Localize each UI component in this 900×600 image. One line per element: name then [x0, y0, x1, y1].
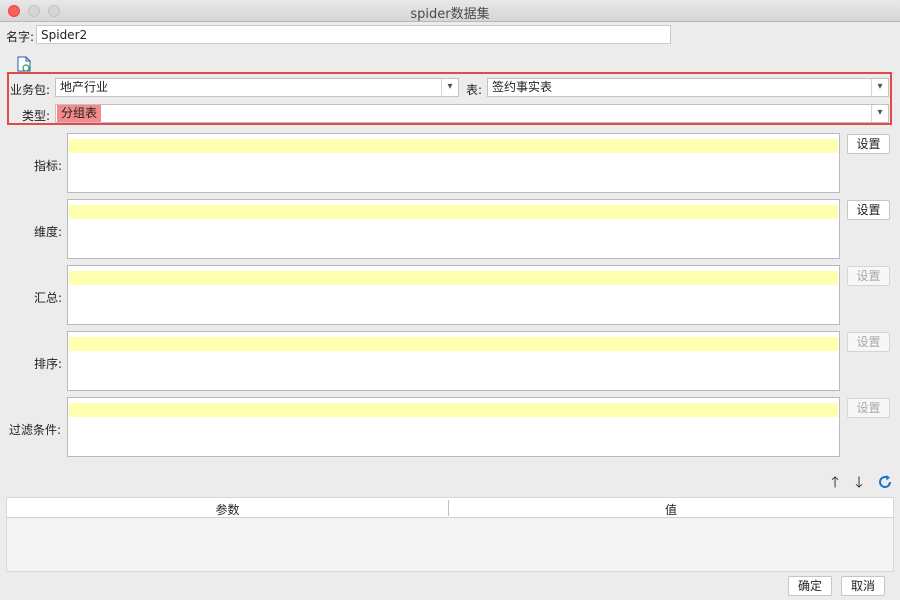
field-highlight-strip: [69, 139, 838, 153]
sort-settings-button[interactable]: 设置: [847, 332, 890, 352]
field-label-dimensions: 维度:: [34, 225, 63, 239]
table-label: 表:: [466, 83, 483, 97]
type-label: 类型:: [22, 109, 51, 123]
parameter-table-header: 参数 值: [7, 498, 893, 518]
field-highlight-strip: [69, 337, 838, 351]
field-label-summary: 汇总:: [34, 291, 63, 305]
cancel-button[interactable]: 取消: [841, 576, 885, 596]
window-title: spider数据集: [410, 7, 490, 22]
dimensions-settings-button[interactable]: 设置: [847, 200, 890, 220]
field-highlight-strip: [69, 403, 838, 417]
metrics-settings-button[interactable]: 设置: [847, 134, 890, 154]
name-label: 名字:: [6, 30, 35, 44]
chevron-down-icon[interactable]: ▾: [871, 79, 888, 96]
new-file-icon[interactable]: [17, 56, 31, 72]
chevron-down-icon[interactable]: ▾: [441, 79, 458, 96]
type-select[interactable]: 分组表 ▾: [55, 104, 889, 123]
column-header-value[interactable]: 值: [449, 501, 893, 518]
field-highlight-strip: [69, 271, 838, 285]
field-box-filter[interactable]: [67, 397, 840, 457]
field-box-metrics[interactable]: [67, 133, 840, 193]
chevron-down-icon[interactable]: ▾: [871, 105, 888, 122]
field-label-filter: 过滤条件:: [9, 423, 62, 437]
summary-settings-button[interactable]: 设置: [847, 266, 890, 286]
field-box-sort[interactable]: [67, 331, 840, 391]
business-package-label: 业务包:: [10, 83, 51, 97]
parameter-table[interactable]: 参数 值: [6, 497, 894, 572]
refresh-icon[interactable]: [877, 474, 893, 490]
field-box-dimensions[interactable]: [67, 199, 840, 259]
arrow-up-icon[interactable]: 🡑: [827, 474, 843, 490]
name-input[interactable]: Spider2: [36, 25, 671, 44]
field-label-sort: 排序:: [34, 357, 63, 371]
ok-button[interactable]: 确定: [788, 576, 832, 596]
type-value-tag: 分组表: [57, 105, 102, 122]
arrow-down-icon[interactable]: 🡓: [851, 474, 867, 490]
business-package-value: 地产行业: [60, 80, 109, 94]
field-label-metrics: 指标:: [34, 159, 63, 173]
column-header-parameter[interactable]: 参数: [7, 501, 448, 518]
field-box-summary[interactable]: [67, 265, 840, 325]
filter-settings-button[interactable]: 设置: [847, 398, 890, 418]
title-bar: spider数据集: [0, 0, 900, 22]
table-value: 签约事实表: [492, 80, 553, 94]
field-highlight-strip: [69, 205, 838, 219]
business-package-select[interactable]: 地产行业 ▾: [55, 78, 459, 97]
table-select[interactable]: 签约事实表 ▾: [487, 78, 889, 97]
